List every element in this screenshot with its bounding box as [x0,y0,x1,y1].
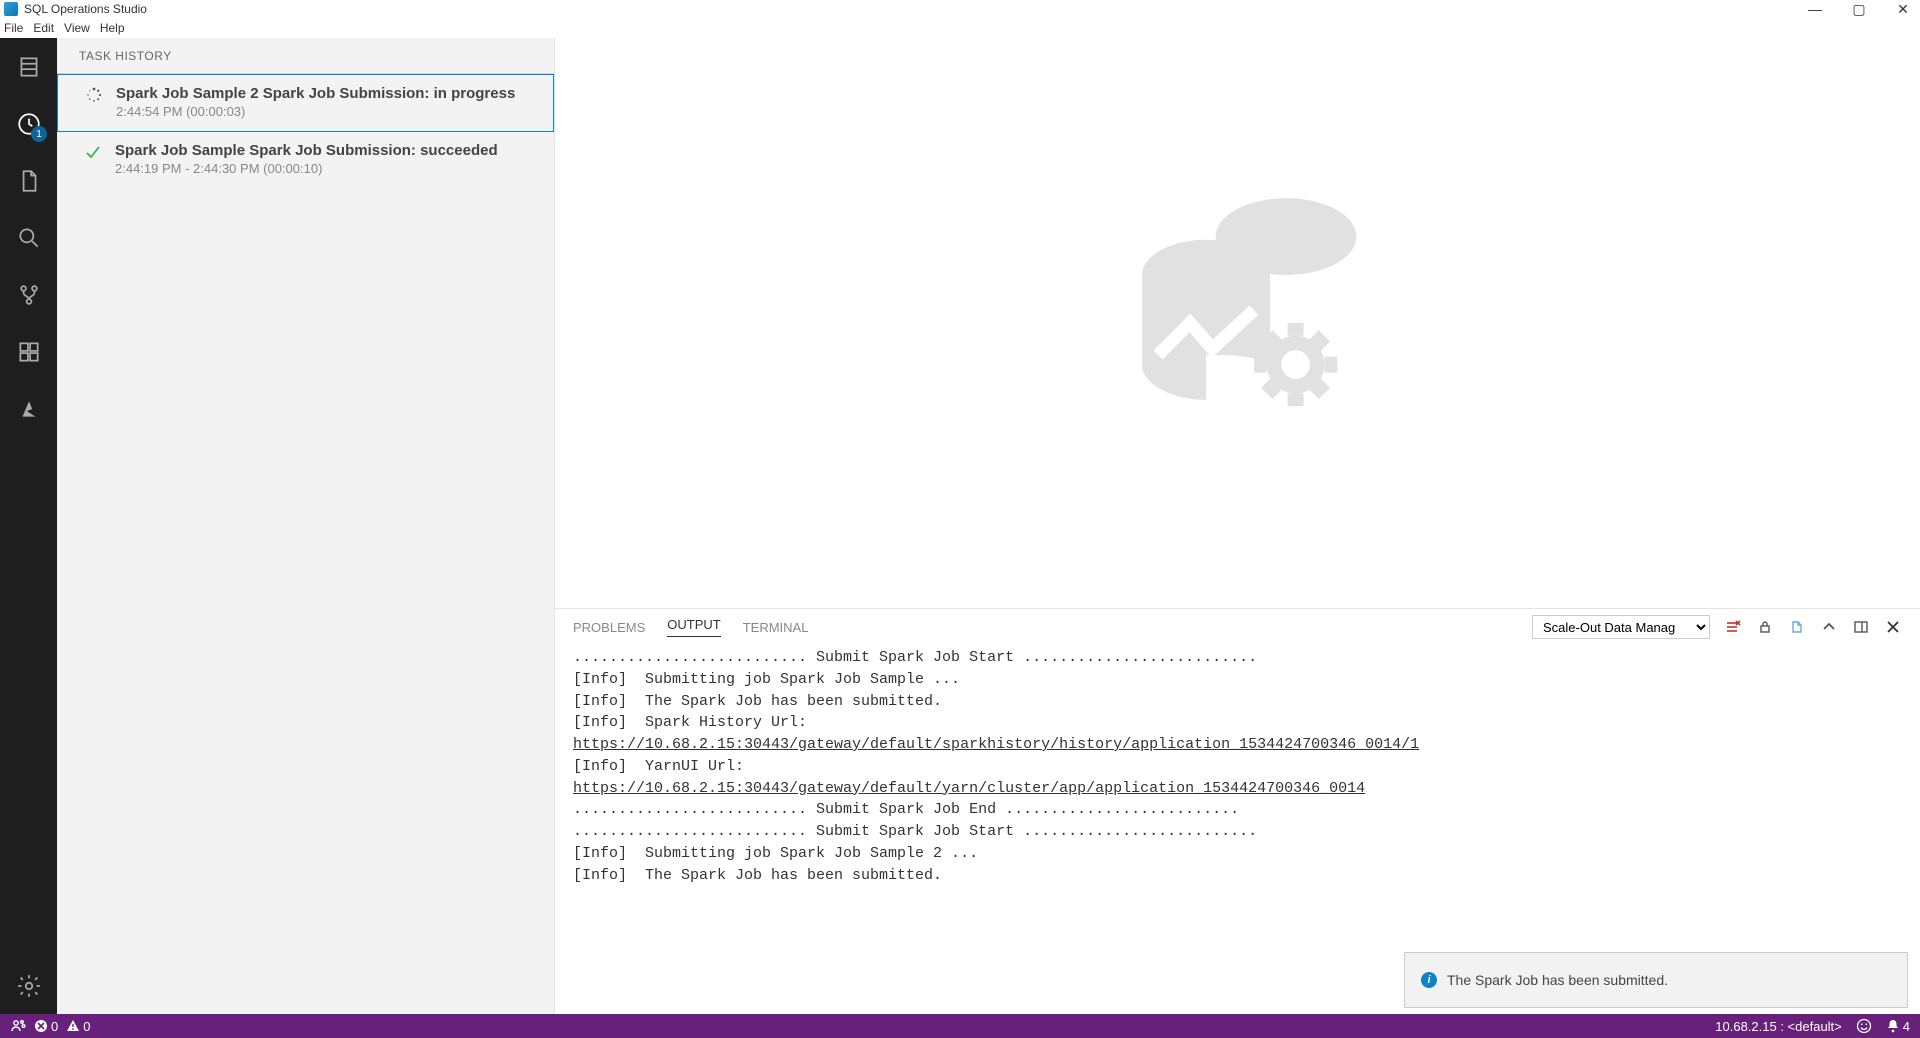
bell-icon [1886,1019,1900,1033]
main: 1 TASK HISTORY [0,38,1920,1014]
maximize-button[interactable]: ▢ [1848,1,1870,18]
task-history-badge: 1 [31,126,47,142]
task-item[interactable]: Spark Job Sample Spark Job Submission: s… [57,132,554,188]
menu-file[interactable]: File [4,21,23,35]
activity-extensions[interactable] [0,323,57,380]
task-list: Spark Job Sample 2 Spark Job Submission:… [57,73,554,1014]
sidebar-task-history: TASK HISTORY Spark Job Sample 2 Spark Jo… [57,38,555,1014]
editor-area: PROBLEMS OUTPUT TERMINAL Scale-Out Data … [555,38,1920,1014]
tab-terminal[interactable]: TERMINAL [743,620,809,635]
status-notifications[interactable]: 4 [1886,1019,1910,1034]
minimize-button[interactable]: — [1804,1,1826,18]
panel-tabs: PROBLEMS OUTPUT TERMINAL Scale-Out Data … [555,609,1920,645]
server-icon [16,54,42,80]
window-controls: — ▢ ✕ [1804,1,1914,18]
sql-ops-logo-icon [1078,163,1398,483]
azure-icon [16,396,42,422]
extensions-icon [16,339,42,365]
menu-view[interactable]: View [64,21,90,35]
activity-azure[interactable] [0,380,57,437]
file-icon [16,168,42,194]
activity-servers[interactable] [0,38,57,95]
task-time: 2:44:54 PM (00:00:03) [116,104,515,119]
clear-output-icon[interactable] [1724,618,1742,636]
activity-explorer[interactable] [0,152,57,209]
task-title: Spark Job Sample Spark Job Submission: s… [115,142,498,159]
status-errors[interactable]: 0 [34,1019,58,1034]
toast-message: The Spark Job has been submitted. [1447,972,1668,988]
search-icon [16,225,42,251]
gear-icon [16,973,42,999]
error-icon [34,1019,48,1033]
activitybar: 1 [0,38,57,1014]
info-icon: i [1421,972,1437,988]
smiley-icon [1856,1018,1872,1034]
close-panel-icon[interactable] [1884,618,1902,636]
task-title: Spark Job Sample 2 Spark Job Submission:… [116,85,515,102]
lock-scroll-icon[interactable] [1756,618,1774,636]
status-feedback-icon[interactable] [1856,1018,1872,1034]
person-icon [10,1018,26,1034]
welcome-logo [555,38,1920,608]
task-time: 2:44:19 PM - 2:44:30 PM (00:00:10) [115,161,498,176]
statusbar: 0 0 10.68.2.15 : <default> 4 [0,1014,1920,1038]
activity-source-control[interactable] [0,266,57,323]
toggle-layout-icon[interactable] [1852,618,1870,636]
menubar: File Edit View Help [0,18,1920,38]
sidebar-title: TASK HISTORY [57,38,554,73]
checkmark-icon [85,144,101,160]
status-connection[interactable]: 10.68.2.15 : <default> [1715,1019,1842,1034]
status-remote-icon[interactable] [10,1018,26,1034]
open-log-icon[interactable] [1788,618,1806,636]
activity-task-history[interactable]: 1 [0,95,57,152]
branch-icon [16,282,42,308]
tab-output[interactable]: OUTPUT [667,617,720,637]
app-icon [4,2,18,16]
warning-icon [66,1019,80,1033]
titlebar: SQL Operations Studio — ▢ ✕ [0,0,1920,18]
activity-search[interactable] [0,209,57,266]
output-source-select[interactable]: Scale-Out Data Manag [1532,615,1710,639]
close-button[interactable]: ✕ [1892,1,1914,18]
task-item[interactable]: Spark Job Sample 2 Spark Job Submission:… [57,74,554,132]
notification-toast[interactable]: i The Spark Job has been submitted. [1404,952,1908,1008]
status-warnings[interactable]: 0 [66,1019,90,1034]
menu-edit[interactable]: Edit [33,21,54,35]
menu-help[interactable]: Help [100,21,125,35]
activity-settings[interactable] [0,957,57,1014]
collapse-panel-icon[interactable] [1820,618,1838,636]
spinner-icon [86,87,102,103]
window-title: SQL Operations Studio [24,2,147,16]
tab-problems[interactable]: PROBLEMS [573,620,645,635]
